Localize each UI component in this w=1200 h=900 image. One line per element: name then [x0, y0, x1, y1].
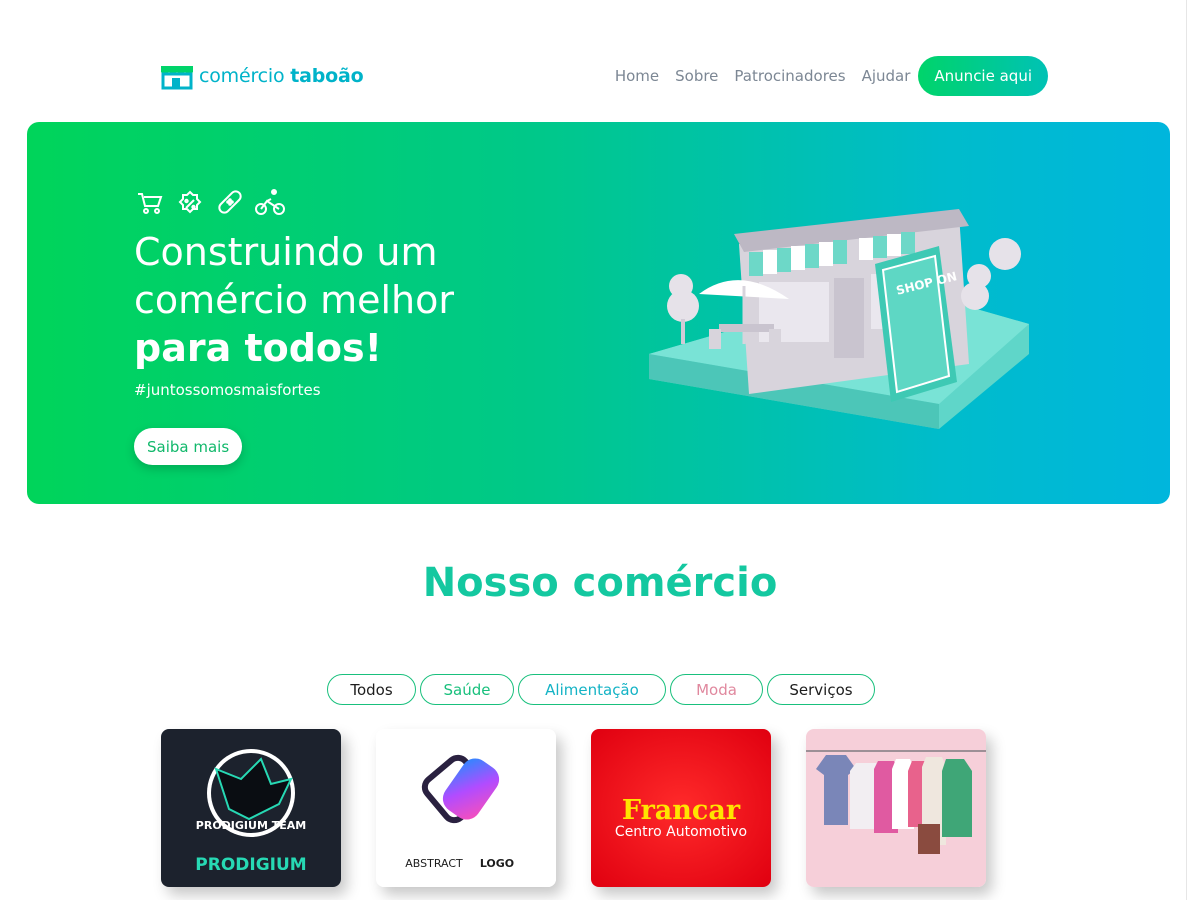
brand-name-bold: taboão	[290, 65, 364, 87]
hero-title-line1: Construindo um	[134, 230, 438, 274]
section-title: Nosso comércio	[422, 560, 778, 606]
bandage-icon	[218, 190, 242, 214]
hero-title: Construindo um comércio melhor para todo…	[134, 228, 574, 372]
prodigium-card[interactable]: PRODIGIUM TEAM PRODIGIUM	[161, 729, 341, 887]
hero-hashtag: #juntossomosmaisfortes	[134, 381, 321, 399]
store-cards: PRODIGIUM TEAM PRODIGIUM ABSTRACT LOGO F…	[161, 729, 986, 887]
abstract-logo-card[interactable]: ABSTRACT LOGO	[376, 729, 556, 887]
hero-title-line2: comércio melhor	[134, 278, 455, 322]
francar-subtitle: Centro Automotivo	[615, 824, 747, 840]
bicycle-icon	[255, 189, 285, 215]
anuncie-button[interactable]: Anuncie aqui	[918, 56, 1048, 96]
filter-servicos[interactable]: Serviços	[767, 674, 875, 705]
prodigium-logo: PRODIGIUM TEAM PRODIGIUM	[161, 729, 341, 887]
francar-wordmark: Francar	[622, 795, 741, 826]
abstract-text-bold: LOGO	[480, 857, 514, 870]
francar-card[interactable]: Francar Centro Automotivo	[591, 729, 771, 887]
hero-banner: Construindo um comércio melhor para todo…	[27, 122, 1170, 504]
nav-patrocinadores[interactable]: Patrocinadores	[734, 67, 845, 85]
site-header: comércio taboão Home Sobre Patrocinadore…	[0, 38, 1186, 114]
nav-sobre[interactable]: Sobre	[675, 67, 718, 85]
cart-icon	[138, 193, 163, 214]
abstract-logo: ABSTRACT LOGO	[376, 729, 556, 887]
francar-logo: Francar Centro Automotivo	[591, 729, 771, 887]
brand-logo[interactable]: comércio taboão	[157, 60, 364, 92]
nav-home[interactable]: Home	[615, 67, 659, 85]
hero-title-line3: para todos!	[134, 326, 382, 370]
clothing-rack-image	[806, 729, 986, 887]
filter-moda[interactable]: Moda	[670, 674, 763, 705]
prodigium-wordmark: PRODIGIUM	[195, 855, 306, 875]
saiba-mais-button[interactable]: Saiba mais	[134, 428, 243, 465]
clothing-card[interactable]	[806, 729, 986, 887]
nav-ajudar[interactable]: Ajudar	[862, 67, 911, 85]
shop-illustration: SHOP ON	[649, 209, 1029, 429]
prodigium-team-text: PRODIGIUM TEAM	[196, 819, 306, 832]
hero-icons	[134, 186, 286, 218]
brand-name-light: comércio	[199, 65, 285, 87]
page-scrollbar[interactable]	[1186, 0, 1200, 900]
filter-saude[interactable]: Saúde	[420, 674, 514, 705]
filter-alimentacao[interactable]: Alimentação	[518, 674, 666, 705]
abstract-text-light: ABSTRACT	[405, 857, 463, 870]
filter-todos[interactable]: Todos	[327, 674, 416, 705]
category-filters: Todos Saúde Alimentação Moda Serviços	[327, 674, 875, 705]
main-nav: Home Sobre Patrocinadores Ajudar Anuncie…	[599, 56, 1048, 96]
store-logo-icon	[161, 66, 193, 90]
discount-badge-icon	[178, 190, 202, 214]
